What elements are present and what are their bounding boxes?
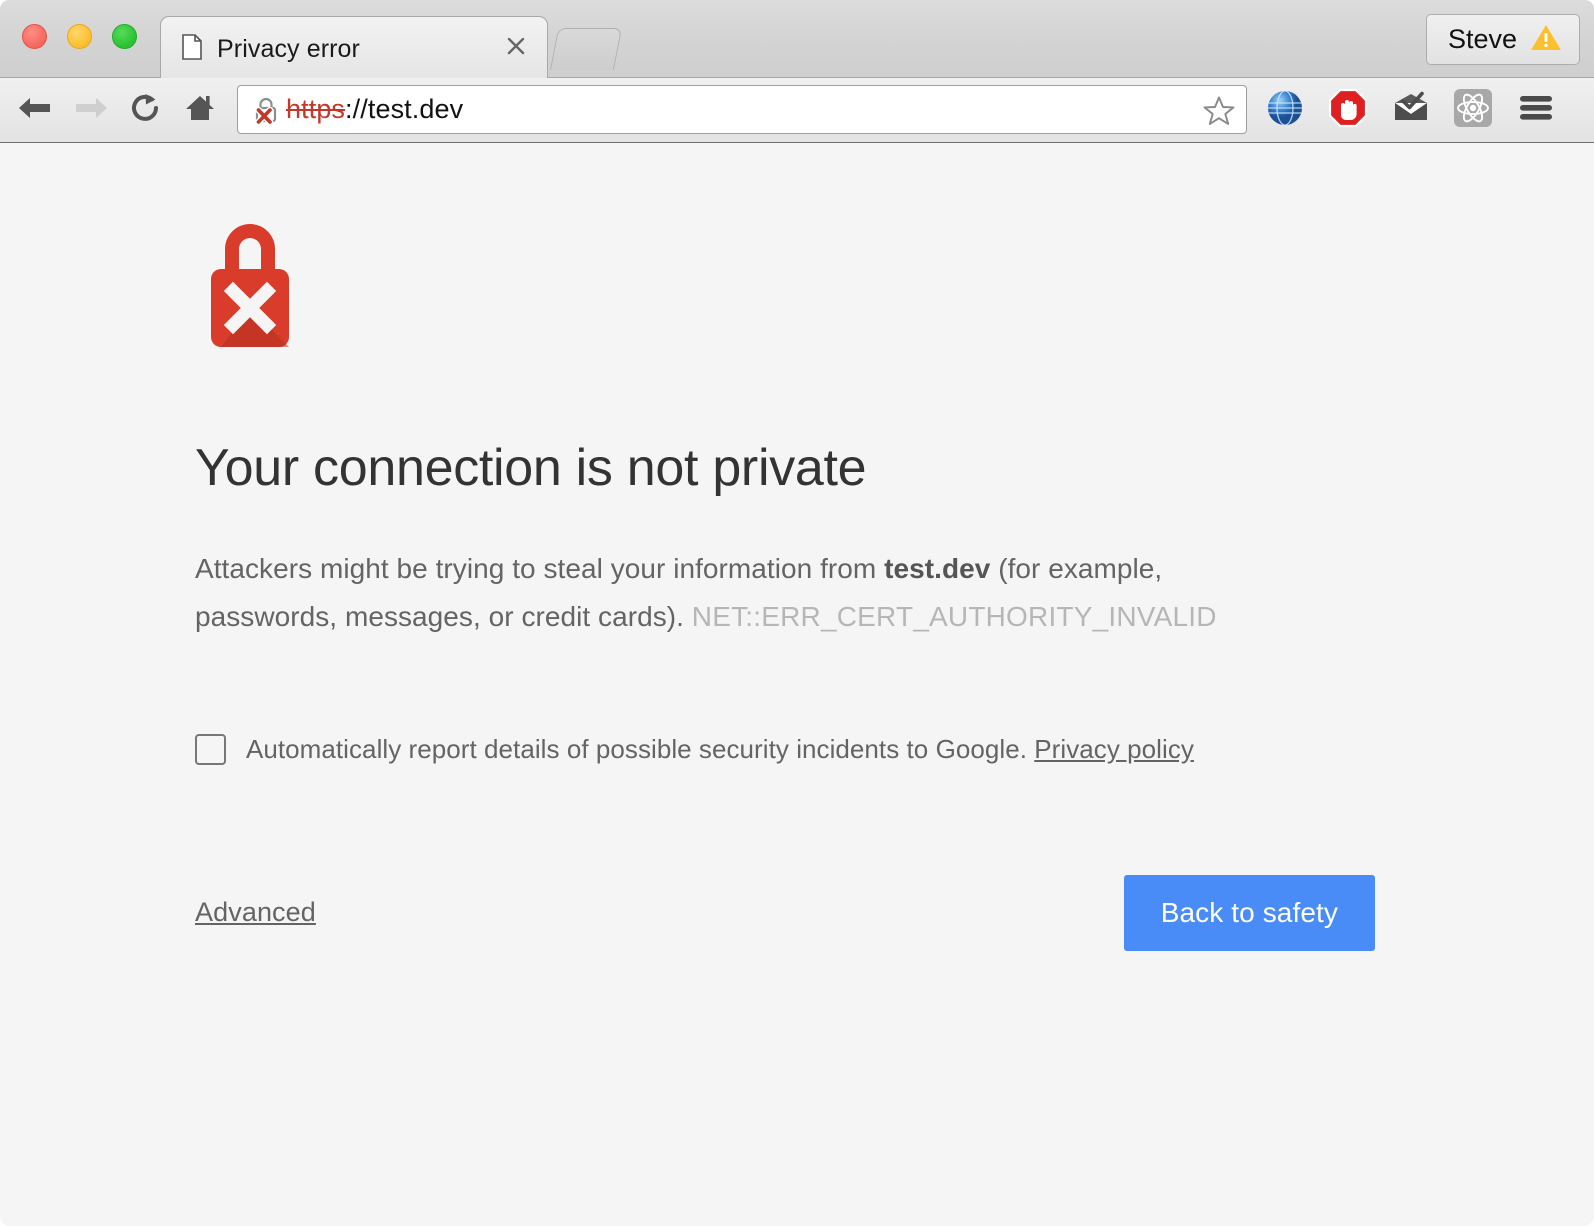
- adblock-stop-icon: [1327, 87, 1369, 134]
- profile-name: Steve: [1448, 26, 1517, 53]
- interstitial-actions: Advanced Back to safety: [195, 875, 1375, 951]
- browser-window: Privacy error Steve: [0, 0, 1594, 1226]
- profile-button[interactable]: Steve: [1426, 14, 1580, 65]
- url-scheme: https: [286, 94, 345, 124]
- report-checkbox[interactable]: [195, 734, 226, 765]
- home-icon: [183, 91, 217, 130]
- window-controls: [22, 24, 137, 49]
- warning-triangle-icon: [1530, 23, 1562, 57]
- extension-react[interactable]: [1442, 78, 1504, 142]
- tab-title: Privacy error: [217, 35, 360, 64]
- error-description-prefix: Attackers might be trying to steal your …: [195, 553, 884, 584]
- browser-toolbar: https://test.dev: [0, 78, 1594, 143]
- reload-icon: [128, 91, 162, 130]
- error-hostname: test.dev: [884, 553, 990, 584]
- report-optin-text: Automatically report details of possible…: [246, 734, 1034, 764]
- new-tab-button[interactable]: [550, 28, 622, 70]
- address-bar[interactable]: https://test.dev: [237, 85, 1247, 134]
- page-title: Your connection is not private: [195, 440, 1375, 497]
- error-description: Attackers might be trying to steal your …: [195, 545, 1250, 641]
- react-atom-icon: [1452, 87, 1494, 134]
- browser-menu-button[interactable]: [1505, 78, 1567, 142]
- zoom-window-button[interactable]: [112, 24, 137, 49]
- globe-icon: [1264, 87, 1306, 134]
- back-arrow-icon: [16, 92, 54, 129]
- minimize-window-button[interactable]: [67, 24, 92, 49]
- report-optin-row: Automatically report details of possible…: [195, 734, 1375, 765]
- broken-lock-icon[interactable]: [251, 95, 281, 125]
- ssl-interstitial: Your connection is not private Attackers…: [195, 213, 1375, 951]
- advanced-button[interactable]: Advanced: [195, 897, 316, 928]
- report-optin-label: Automatically report details of possible…: [246, 734, 1194, 765]
- page-content: Your connection is not private Attackers…: [0, 143, 1594, 1225]
- back-to-safety-button[interactable]: Back to safety: [1124, 875, 1375, 951]
- forward-button[interactable]: [64, 78, 118, 142]
- back-button[interactable]: [8, 78, 62, 142]
- inbox-envelope-icon: [1390, 87, 1432, 134]
- close-window-button[interactable]: [22, 24, 47, 49]
- star-icon[interactable]: [1198, 91, 1240, 129]
- close-icon[interactable]: [503, 33, 529, 59]
- privacy-policy-link[interactable]: Privacy policy: [1034, 734, 1194, 764]
- url-rest: ://test.dev: [345, 94, 463, 124]
- home-button[interactable]: [173, 78, 227, 142]
- extension-inbox[interactable]: [1380, 78, 1442, 142]
- extension-adblock[interactable]: [1317, 78, 1379, 142]
- forward-arrow-icon: [72, 92, 110, 129]
- error-code: NET::ERR_CERT_AUTHORITY_INVALID: [692, 601, 1217, 632]
- page-icon: [182, 34, 202, 60]
- address-bar-text: https://test.dev: [286, 94, 463, 125]
- hamburger-menu-icon: [1519, 94, 1553, 127]
- reload-button[interactable]: [118, 78, 172, 142]
- tab-strip: Privacy error Steve: [0, 0, 1594, 78]
- broken-lock-large-icon: [195, 213, 1375, 358]
- browser-tab[interactable]: Privacy error: [160, 16, 548, 78]
- extension-globe[interactable]: [1254, 78, 1316, 142]
